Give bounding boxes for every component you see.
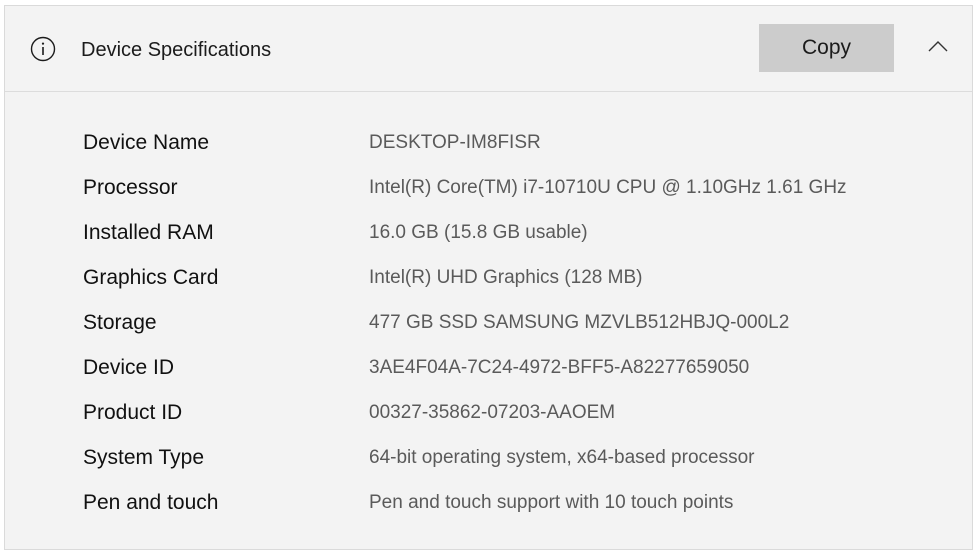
info-icon bbox=[30, 36, 56, 62]
chevron-up-icon bbox=[928, 41, 948, 52]
device-specifications-header[interactable]: Device Specifications Copy bbox=[5, 6, 972, 92]
spec-value: 3AE4F04A-7C24-4972-BFF5-A82277659050 bbox=[369, 357, 750, 378]
spec-value: 16.0 GB (15.8 GB usable) bbox=[369, 222, 588, 243]
spec-value: Intel(R) Core(TM) i7-10710U CPU @ 1.10GH… bbox=[369, 177, 847, 198]
spec-value: DESKTOP-IM8FISR bbox=[369, 132, 541, 153]
spec-label: Installed RAM bbox=[83, 221, 214, 244]
spec-row-installed-ram: Installed RAM 16.0 GB (15.8 GB usable) bbox=[5, 213, 972, 253]
spec-value: Pen and touch support with 10 touch poin… bbox=[369, 492, 734, 513]
spec-row-device-id: Device ID 3AE4F04A-7C24-4972-BFF5-A82277… bbox=[5, 348, 972, 388]
spec-label: Pen and touch bbox=[83, 491, 219, 514]
section-title: Device Specifications bbox=[81, 39, 272, 61]
spec-label: Device ID bbox=[83, 356, 175, 379]
spec-row-pen-and-touch: Pen and touch Pen and touch support with… bbox=[5, 483, 972, 523]
spec-row-storage: Storage 477 GB SSD SAMSUNG MZVLB512HBJQ-… bbox=[5, 303, 972, 343]
spec-label: Product ID bbox=[83, 401, 183, 424]
spec-value: 477 GB SSD SAMSUNG MZVLB512HBJQ-000L2 bbox=[369, 312, 790, 333]
collapse-button[interactable] bbox=[920, 32, 956, 62]
spec-value: Intel(R) UHD Graphics (128 MB) bbox=[369, 267, 643, 288]
spec-row-product-id: Product ID 00327-35862-07203-AAOEM bbox=[5, 393, 972, 433]
spec-row-system-type: System Type 64-bit operating system, x64… bbox=[5, 438, 972, 478]
spec-label: Device Name bbox=[83, 131, 210, 154]
device-specifications-panel: Device Specifications Copy Device Name D… bbox=[4, 5, 973, 550]
spec-value: 64-bit operating system, x64-based proce… bbox=[369, 447, 755, 468]
spec-value: 00327-35862-07203-AAOEM bbox=[369, 402, 616, 423]
spec-row-graphics-card: Graphics Card Intel(R) UHD Graphics (128… bbox=[5, 258, 972, 298]
spec-row-device-name: Device Name DESKTOP-IM8FISR bbox=[5, 123, 972, 163]
spec-label: Processor bbox=[83, 176, 178, 199]
spec-label: System Type bbox=[83, 446, 204, 469]
copy-button[interactable]: Copy bbox=[759, 24, 894, 72]
spec-label: Graphics Card bbox=[83, 266, 219, 289]
spec-row-processor: Processor Intel(R) Core(TM) i7-10710U CP… bbox=[5, 168, 972, 208]
spec-label: Storage bbox=[83, 311, 157, 334]
